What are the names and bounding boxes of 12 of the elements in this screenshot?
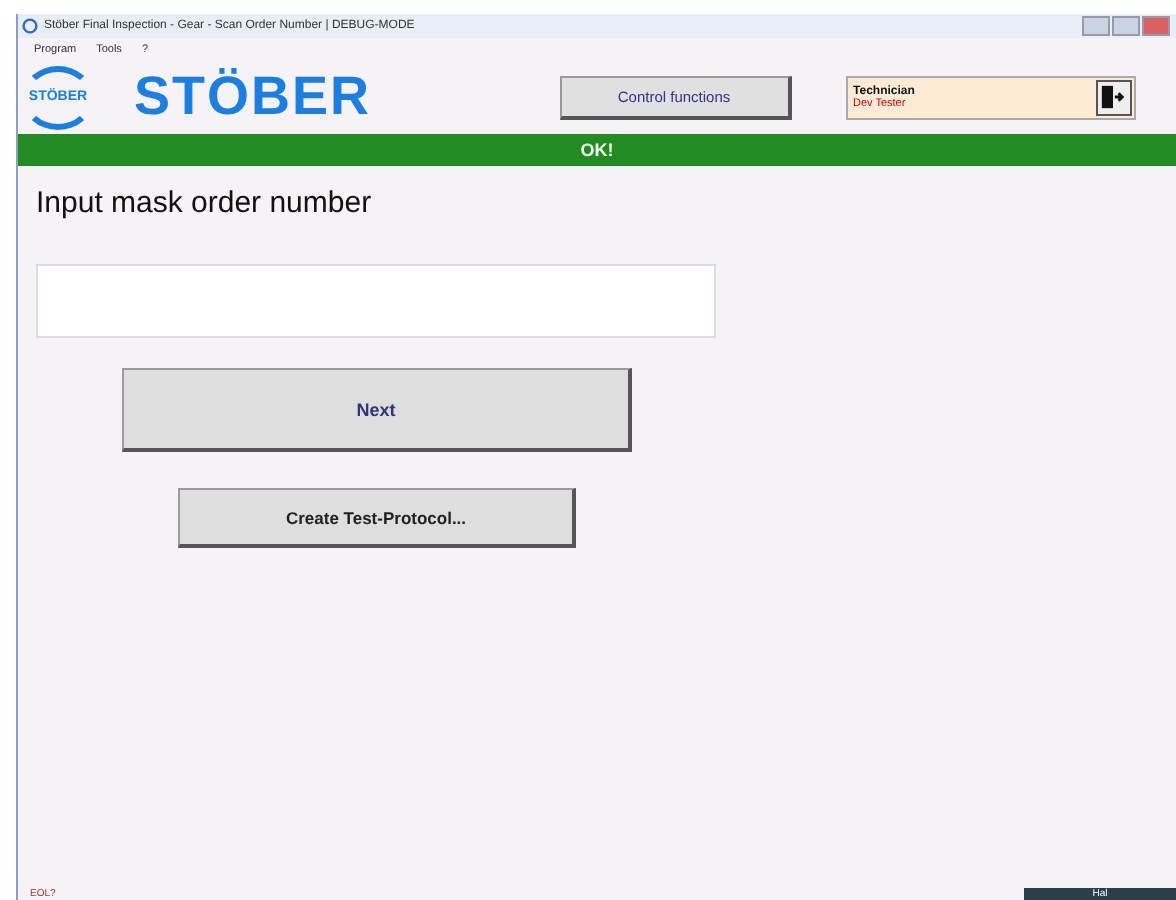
app-icon — [22, 18, 38, 34]
create-protocol-button[interactable]: Create Test-Protocol... — [178, 488, 576, 548]
logout-door-icon — [1100, 84, 1127, 110]
page-heading: Input mask order number — [36, 186, 372, 220]
close-button[interactable] — [1142, 16, 1170, 36]
status-message: OK! — [580, 140, 614, 160]
logout-button[interactable] — [1095, 79, 1132, 115]
next-button[interactable]: Next — [122, 368, 632, 452]
maximize-button[interactable] — [1112, 16, 1140, 36]
order-number-field[interactable] — [36, 264, 716, 338]
minimize-button[interactable] — [1082, 16, 1110, 36]
brand-wordmark: STÖBER — [134, 66, 372, 128]
